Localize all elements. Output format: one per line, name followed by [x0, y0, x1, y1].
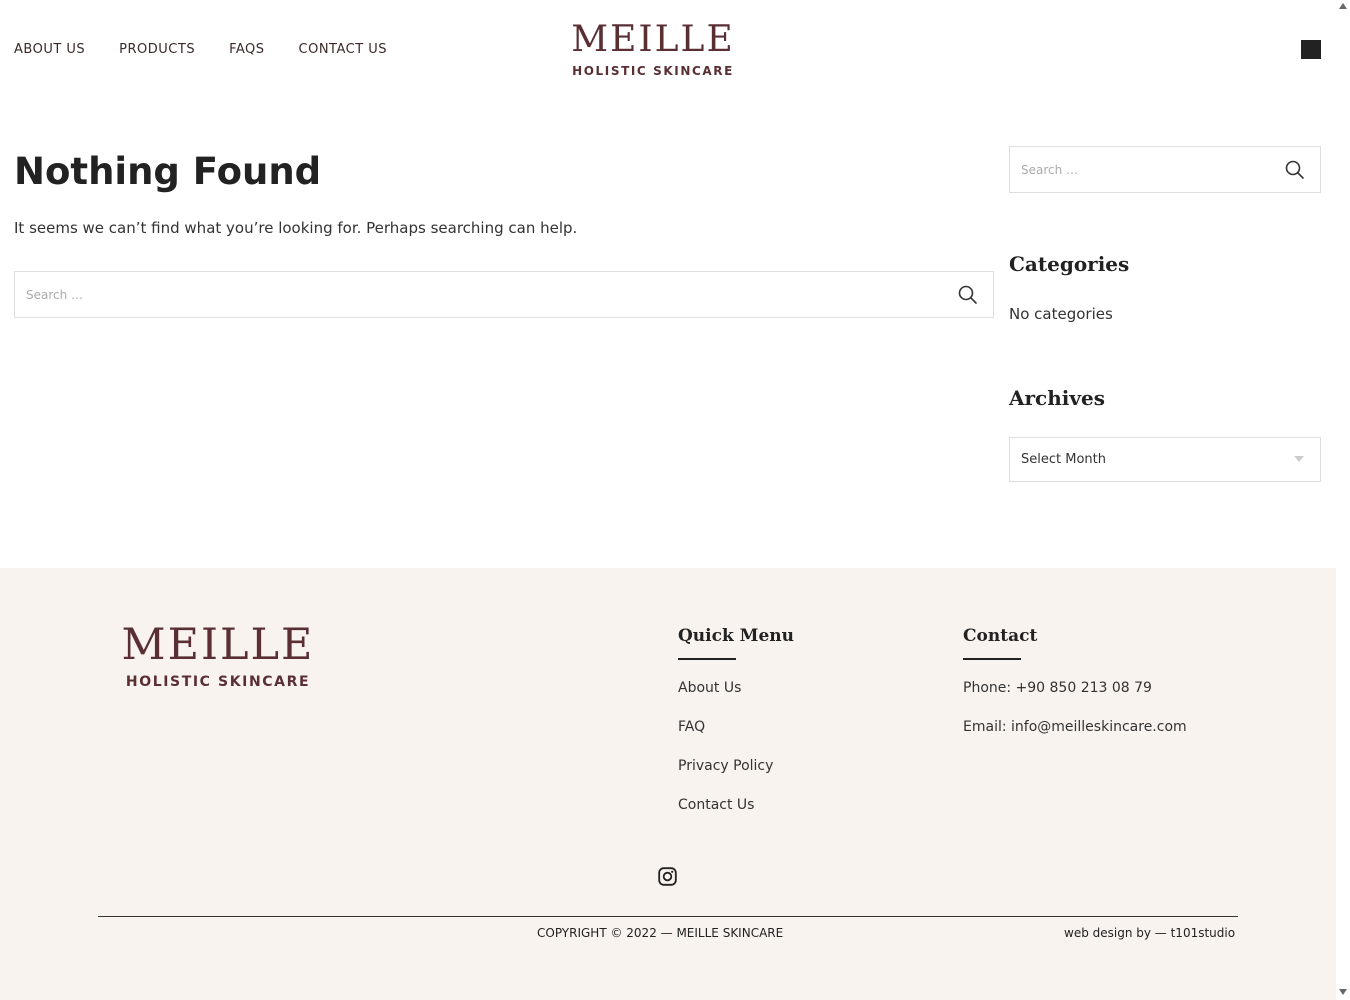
cart-icon[interactable] — [1301, 40, 1321, 59]
quick-menu-title: Quick Menu — [678, 626, 795, 660]
search-icon[interactable] — [957, 284, 979, 306]
page-title: Nothing Found — [14, 150, 322, 193]
categories-empty: No categories — [1009, 305, 1113, 323]
sidebar-search-form — [1009, 146, 1321, 193]
nav-contact-us[interactable]: CONTACT US — [299, 42, 388, 57]
footer-logo-tagline: HOLISTIC SKINCARE — [125, 674, 311, 690]
scroll-up-icon[interactable] — [1339, 3, 1347, 9]
logo-tagline: HOLISTIC SKINCARE — [572, 64, 734, 78]
contact-email[interactable]: Email: info@meilleskincare.com — [963, 719, 1187, 735]
main-search-form — [14, 271, 994, 318]
site-footer: MEILLE HOLISTIC SKINCARE Quick Menu Abou… — [0, 568, 1336, 1000]
main-search-input[interactable] — [26, 272, 809, 317]
footer-link-contact-us[interactable]: Contact Us — [678, 797, 754, 813]
footer-divider — [98, 916, 1238, 917]
site-header: ABOUT US PRODUCTS FAQS CONTACT US MEILLE… — [0, 0, 1336, 100]
logo-brand: MEILLE — [571, 19, 735, 60]
design-credit[interactable]: web design by — t101studio — [1064, 926, 1235, 940]
search-icon[interactable] — [1284, 159, 1306, 181]
page-scrollbar[interactable] — [1336, 0, 1350, 1000]
instagram-icon[interactable] — [658, 867, 677, 886]
contact-phone[interactable]: Phone: +90 850 213 08 79 — [963, 680, 1152, 696]
contact-title: Contact — [963, 626, 1038, 660]
nav-products[interactable]: PRODUCTS — [119, 42, 195, 57]
archives-title: Archives — [1009, 386, 1105, 410]
archives-select[interactable]: Select Month — [1009, 437, 1321, 482]
footer-logo[interactable]: MEILLE HOLISTIC SKINCARE — [107, 620, 329, 691]
nav-about-us[interactable]: ABOUT US — [14, 42, 85, 57]
copyright: COPYRIGHT © 2022 — MEILLE SKINCARE — [537, 926, 784, 940]
not-found-message: It seems we can’t find what you’re looki… — [14, 219, 578, 237]
nav-faqs[interactable]: FAQS — [229, 42, 264, 57]
footer-link-faq[interactable]: FAQ — [678, 719, 705, 735]
footer-link-privacy-policy[interactable]: Privacy Policy — [678, 758, 773, 774]
footer-link-about-us[interactable]: About Us — [678, 680, 741, 696]
archives-select-value: Select Month — [1021, 452, 1106, 467]
header-logo[interactable]: MEILLE HOLISTIC SKINCARE — [562, 19, 744, 79]
sidebar-search-input[interactable] — [1021, 147, 1269, 192]
main-nav: ABOUT US PRODUCTS FAQS CONTACT US — [14, 42, 421, 57]
scroll-down-icon[interactable] — [1339, 989, 1347, 995]
footer-logo-brand: MEILLE — [121, 620, 315, 670]
categories-title: Categories — [1009, 252, 1130, 276]
chevron-down-icon — [1294, 456, 1304, 462]
